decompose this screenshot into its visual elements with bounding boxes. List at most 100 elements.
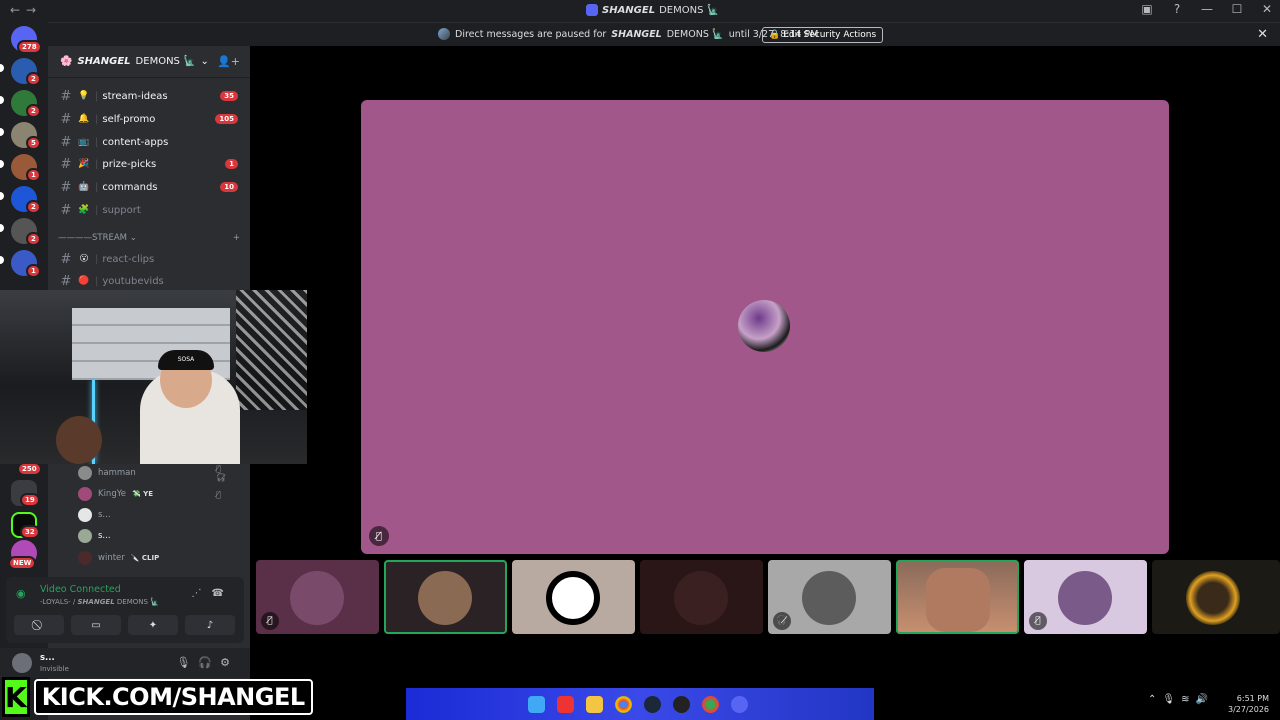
muted-icon: 🎙̸ — [369, 526, 389, 546]
channel-name: content-apps — [102, 136, 169, 148]
category-stream[interactable]: ————STREAM ⌄ + — [58, 233, 240, 243]
voice-channel-path[interactable]: -LOYALS- / SHANGEL DEMONS 🗽 — [40, 598, 159, 606]
unread-pip — [0, 64, 4, 72]
server-badge: 19 — [20, 493, 40, 507]
participant-tile[interactable] — [640, 560, 763, 634]
channel-separator: | — [95, 181, 99, 193]
deafened-icon: 🎧̸ — [773, 612, 791, 630]
hash-icon: # — [60, 134, 72, 150]
voice-user[interactable]: s... — [78, 506, 111, 524]
system-tray: ⌃🎙≋🔊 — [1148, 694, 1214, 705]
hash-icon: # — [60, 156, 72, 172]
server-badge: 2 — [26, 200, 41, 214]
camera-off-button[interactable]: ⃠ — [14, 615, 64, 635]
close-notice-icon[interactable]: ✕ — [1257, 27, 1268, 42]
participant-tile[interactable] — [512, 560, 635, 634]
channel-content-apps[interactable]: # 📺 | content-apps — [56, 132, 242, 152]
channel-self-promo[interactable]: # 🔔 | self-promo 105 — [56, 109, 242, 129]
category-label: ————STREAM ⌄ — [58, 233, 137, 243]
channel-name: react-clips — [102, 253, 155, 265]
channel-name: support — [102, 204, 141, 216]
screen-share-icon: ▭ — [91, 619, 101, 631]
volume-icon[interactable]: 🔊 — [1195, 694, 1213, 705]
close-window-button[interactable]: ✕ — [1260, 2, 1274, 16]
obs-icon[interactable] — [673, 696, 690, 713]
channel-react-clips[interactable]: # 😮 | react-clips — [56, 249, 242, 269]
avatar — [78, 487, 92, 501]
voice-user[interactable]: KingYe 💸 YE 🎙̸ — [78, 485, 221, 503]
focused-participant-tile[interactable]: 🎙̸ — [361, 100, 1169, 554]
disconnect-icon[interactable]: ☎ — [212, 588, 234, 599]
wifi-icon[interactable]: ≋ — [1181, 694, 1195, 705]
avatar — [78, 551, 92, 565]
channel-youtubevids[interactable]: # 🔴 | youtubevids — [56, 271, 242, 291]
server-avatar-icon — [438, 28, 450, 40]
participant-avatar — [418, 571, 472, 625]
participant-video-tile[interactable] — [896, 560, 1019, 634]
participant-avatar — [546, 571, 600, 625]
voice-user[interactable]: hamman 🎙̸ 🎧̸ — [78, 464, 226, 482]
server-badge: 250 — [17, 462, 42, 476]
participant-avatar — [738, 300, 790, 352]
participant-tile[interactable]: 🎙̸ — [256, 560, 379, 634]
participant-avatar — [802, 571, 856, 625]
voice-user[interactable]: winter 🔪 CLIP — [78, 549, 159, 567]
channel-stream-ideas[interactable]: # 💡 | stream-ideas 35 — [56, 86, 242, 106]
microphone-icon[interactable]: 🎙 — [176, 656, 198, 669]
kick-branding: K KICK.COM/SHANGEL — [2, 676, 313, 718]
add-member-icon[interactable]: 👤+ — [217, 55, 240, 68]
mic-tray-icon[interactable]: 🎙 — [1162, 694, 1181, 705]
avatar[interactable] — [12, 653, 32, 673]
muted-icon: 🎙̸ — [261, 612, 279, 630]
gear-icon[interactable]: ⚙ — [220, 656, 238, 669]
participant-tile[interactable] — [384, 560, 507, 634]
soundboard-button[interactable]: ♪ — [185, 615, 235, 635]
voice-status[interactable]: Video Connected — [40, 584, 121, 595]
minimize-button[interactable]: — — [1200, 2, 1214, 16]
activities-button[interactable]: ✦ — [128, 615, 178, 635]
taskbar-clock[interactable]: 6:51 PM 3/27/2026 — [1228, 693, 1269, 715]
voice-channel-rest: DEMONS 🗽 — [116, 598, 159, 606]
channel-support[interactable]: # 🧩 | support — [56, 200, 242, 220]
start-icon[interactable] — [528, 696, 545, 713]
chrome-icon[interactable] — [615, 696, 632, 713]
edit-security-actions-button[interactable]: 🔒 Edit Security Actions — [762, 27, 884, 43]
channel-name: stream-ideas — [102, 90, 168, 102]
home-badge: 278 — [17, 40, 42, 54]
nav-arrows[interactable]: ←→ — [10, 3, 42, 17]
signal-icon[interactable]: ◉ — [16, 587, 26, 600]
user-name[interactable]: s... — [40, 653, 55, 663]
chrome-profile-icon[interactable] — [702, 696, 719, 713]
add-channel-icon[interactable]: + — [233, 233, 240, 243]
participant-tile[interactable] — [1152, 560, 1280, 634]
chevron-up-icon[interactable]: ⌃ — [1148, 694, 1162, 705]
server-badge: 1 — [26, 264, 41, 278]
inbox-icon[interactable]: ▣ — [1140, 2, 1154, 16]
screen-share-button[interactable]: ▭ — [71, 615, 121, 635]
channel-emoji: 🔔 — [78, 114, 90, 124]
file-explorer-icon[interactable] — [586, 696, 603, 713]
headphones-icon[interactable]: 🎧 — [198, 656, 220, 669]
clock-time: 6:51 PM — [1236, 694, 1270, 703]
voice-user[interactable]: s... — [78, 527, 111, 545]
help-icon[interactable]: ? — [1170, 2, 1184, 16]
participant-tile[interactable]: 🎧̸ — [768, 560, 891, 634]
app-icon[interactable] — [557, 696, 574, 713]
channel-emoji: 💡 — [78, 91, 90, 101]
channel-prize-picks[interactable]: # 🎉 | prize-picks 1 — [56, 154, 242, 174]
hash-icon: # — [60, 88, 72, 104]
server-header[interactable]: 🌸 SHANGEL DEMONS 🗽 ⌄ 👤+ — [48, 46, 250, 78]
server-badge: 5 — [26, 136, 41, 150]
channel-emoji: 🎉 — [78, 159, 90, 169]
discord-taskbar-icon[interactable] — [731, 696, 748, 713]
hash-icon: # — [60, 111, 72, 127]
participant-avatar — [674, 571, 728, 625]
avatar — [78, 466, 92, 480]
steam-icon[interactable] — [644, 696, 661, 713]
maximize-button[interactable]: ☐ — [1230, 2, 1244, 16]
streamer-webcam-overlay: SOSA — [0, 290, 307, 464]
channel-commands[interactable]: # 🤖 | commands 10 — [56, 177, 242, 197]
voice-user-name: hamman — [98, 468, 136, 478]
participant-tile[interactable]: 🎙̸ — [1024, 560, 1147, 634]
noise-suppression-icon[interactable]: ⋰ — [192, 588, 212, 599]
